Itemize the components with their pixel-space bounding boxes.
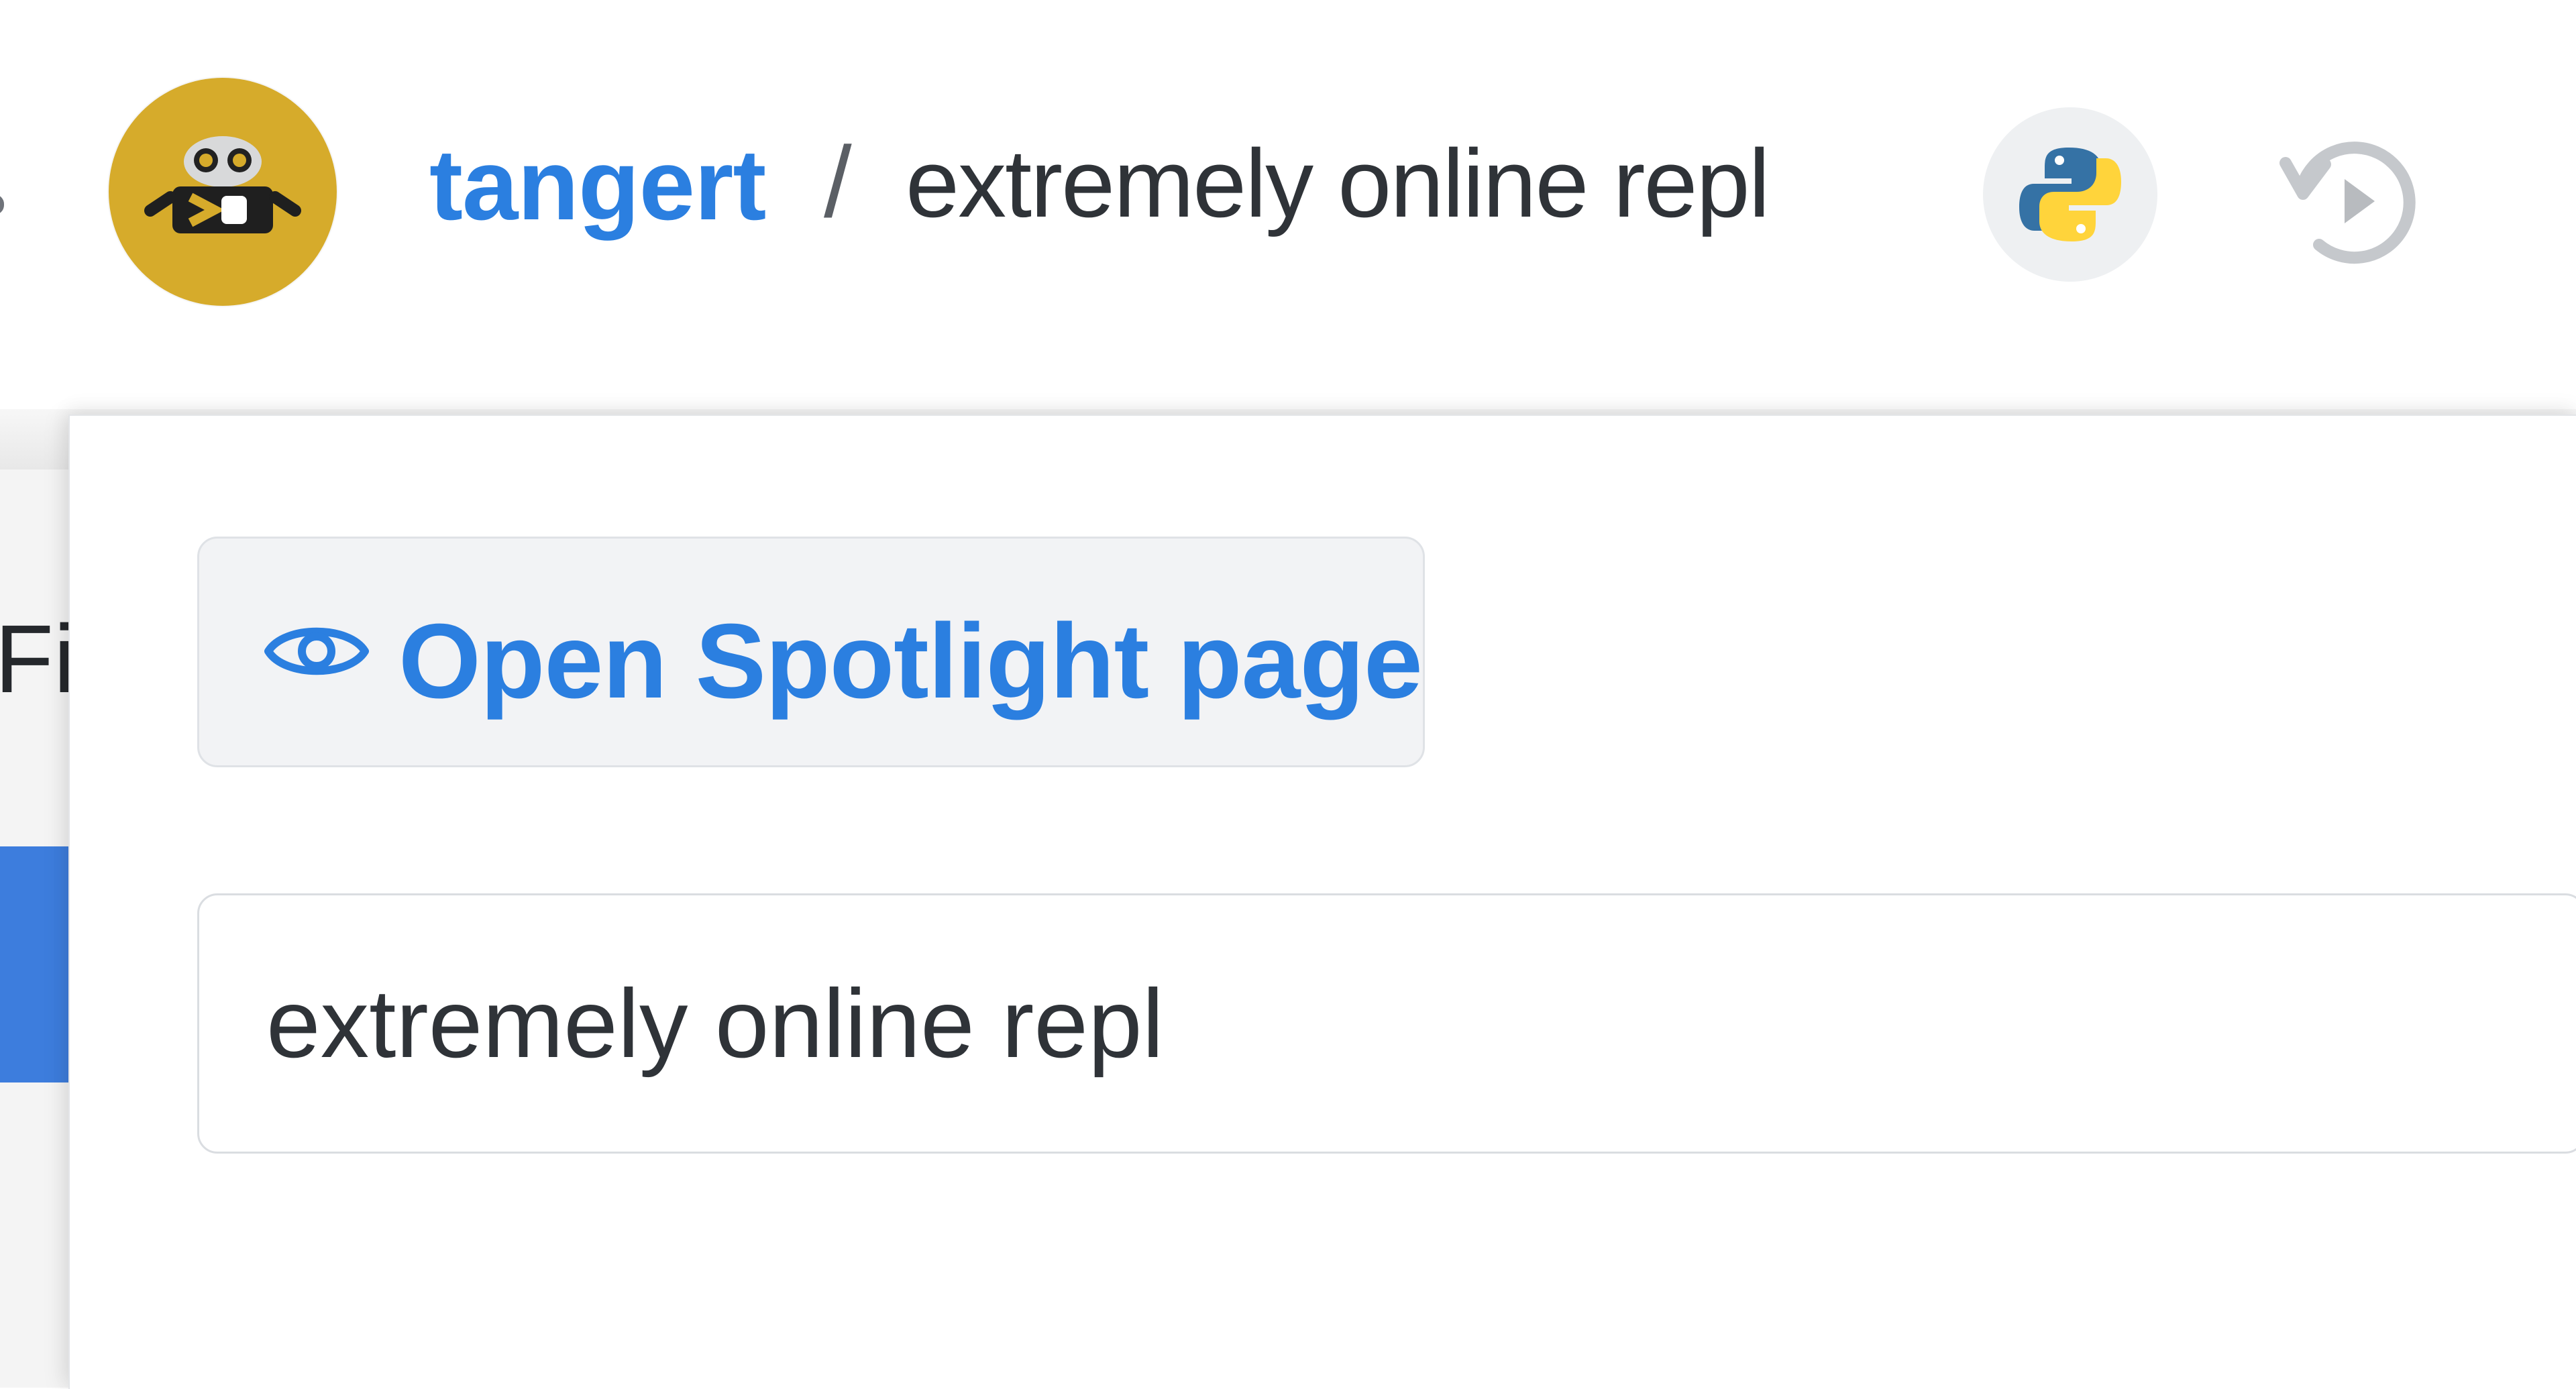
repl-info-popover: Open Spotlight page: [68, 414, 2576, 1389]
background-blue-button: [0, 846, 68, 1082]
python-logo-icon[interactable]: [1983, 107, 2157, 282]
history-play-icon[interactable]: [2264, 124, 2432, 278]
repl-header: tangert / extremely online repl: [0, 0, 2576, 409]
eye-icon: [264, 627, 369, 675]
breadcrumb-separator: /: [824, 125, 852, 238]
left-arrow-fragment-icon: [0, 195, 4, 215]
repl-title-input[interactable]: [197, 893, 2576, 1154]
breadcrumb-repl-title[interactable]: extremely online repl: [906, 135, 1770, 232]
breadcrumb-owner-link[interactable]: tangert: [429, 134, 766, 235]
open-spotlight-label: Open Spotlight page: [398, 602, 1423, 720]
background-partial-label: Fi: [0, 605, 75, 713]
robot-avatar-icon[interactable]: [109, 78, 337, 306]
open-spotlight-button[interactable]: Open Spotlight page: [197, 537, 1425, 767]
